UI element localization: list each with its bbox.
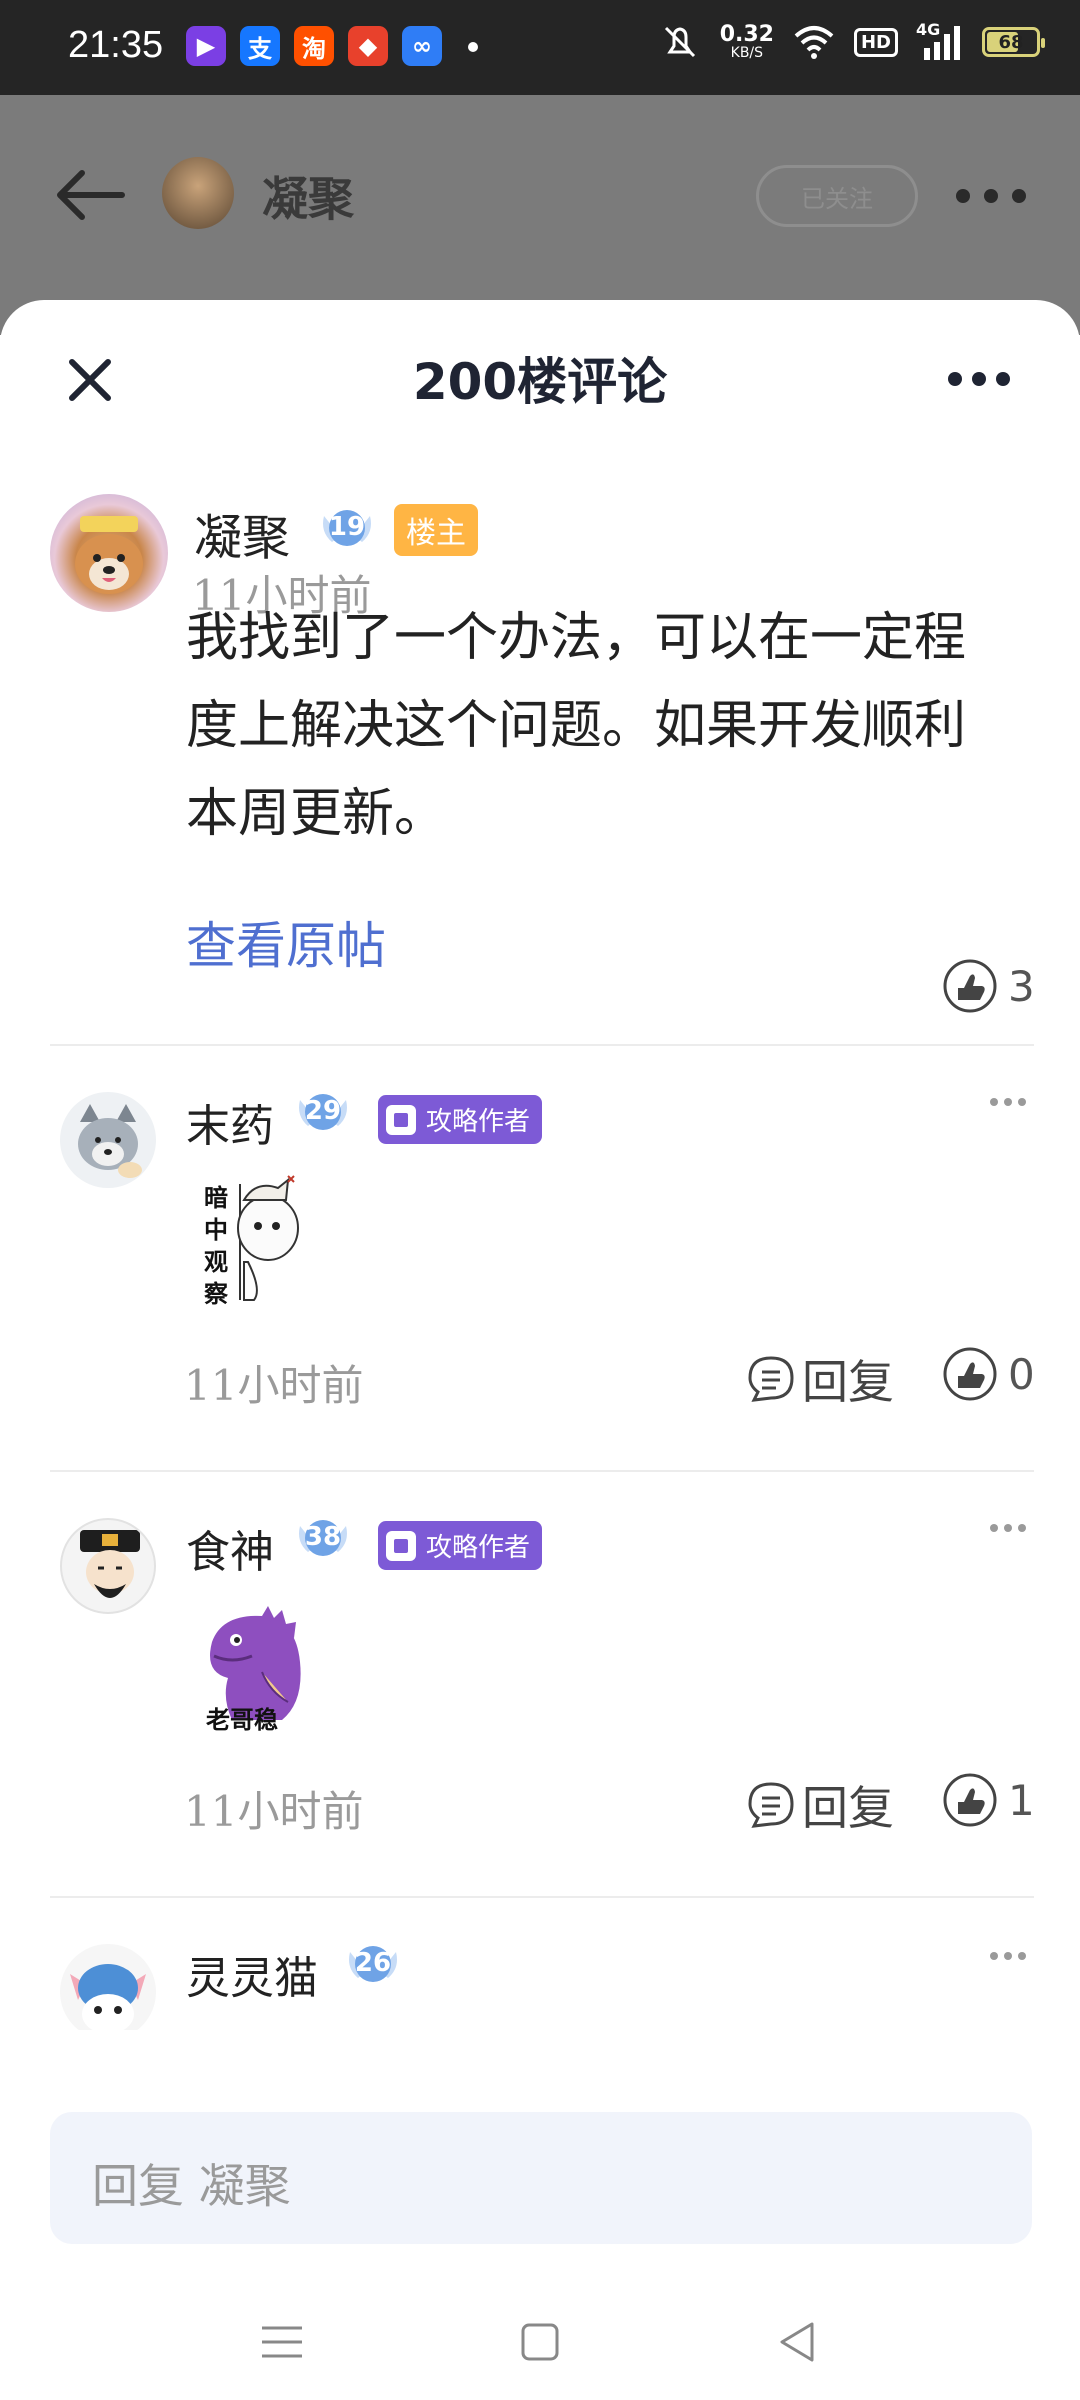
comment-icon [748, 1782, 794, 1828]
reply-like-button[interactable]: 0 [942, 1346, 1035, 1402]
level-number: 19 [328, 512, 366, 542]
level-badge: 38 [294, 1512, 352, 1560]
guide-author-label: 攻略作者 [426, 1107, 531, 1137]
thumbs-up-icon [943, 1773, 997, 1827]
reply-placeholder: 回复 凝聚 [92, 2159, 291, 2213]
sticker-caption: 老哥稳 [206, 1706, 278, 1734]
guide-author-badge: 攻略作者 [378, 1521, 543, 1570]
hd-badge: HD [853, 27, 898, 57]
sticker-image: 老哥稳 [192, 1602, 312, 1734]
view-original-post-link[interactable]: 查看原帖 [186, 906, 386, 978]
wolf-avatar-icon [78, 1104, 142, 1178]
level-number: 26 [354, 1948, 392, 1978]
reply-author-name[interactable]: 末药 [186, 1090, 274, 1154]
level-number: 29 [304, 1096, 342, 1126]
follow-button[interactable]: 已关注 [756, 165, 918, 227]
chef-god-avatar-icon [80, 1530, 140, 1598]
notification-dot [468, 42, 478, 52]
like-count: 0 [1008, 1349, 1035, 1399]
divider [50, 1044, 1034, 1046]
battery-indicator: 68 [982, 27, 1045, 57]
post-content: 我找到了一个办法，可以在一定程度上解决这个问题。如果开发顺利本周更新。 [186, 608, 967, 844]
divider [50, 1896, 1034, 1898]
background-header: 凝聚 已关注 [0, 95, 1080, 335]
post-like-button[interactable]: 3 [942, 958, 1035, 1014]
status-app-icons: ▶ 支 淘 ◆ ∞ [186, 26, 442, 66]
like-count: 3 [1008, 961, 1035, 1011]
level-badge: 26 [344, 1938, 402, 1986]
net-speed: 0.32 KB/S [719, 22, 774, 61]
home-icon[interactable] [510, 2312, 570, 2372]
mute-icon [664, 26, 695, 58]
level-number: 38 [304, 1522, 342, 1552]
avatar[interactable] [60, 1944, 156, 2040]
guide-badge-icon [386, 1104, 416, 1135]
cat-avatar-icon [70, 1964, 146, 2034]
level-badge: 29 [294, 1086, 352, 1134]
app-icon-red: ◆ [348, 26, 388, 66]
status-bar: 21:35 ▶ 支 淘 ◆ ∞ 0.32 KB/S HD 4G 68 [0, 0, 1080, 95]
reply-time: 11小时前 [184, 1787, 364, 1836]
level-badge: 19 [318, 502, 376, 550]
signal-bars-icon [924, 26, 960, 60]
sticker-caption: 暗中观察 [204, 1184, 228, 1308]
reply-time: 11小时前 [184, 1361, 364, 1410]
comment-sheet: 200楼评论 凝聚 19 楼主 11小时前 我找到了一个办法，可以在一定程度上解… [0, 300, 1080, 2400]
reply-more-icon[interactable] [990, 1952, 1026, 1960]
reply-like-button[interactable]: 1 [942, 1772, 1035, 1828]
header-more-icon[interactable] [956, 189, 1026, 203]
thumbs-up-icon [943, 1347, 997, 1401]
reply-input[interactable]: 回复 凝聚 [50, 2112, 1032, 2244]
cell-signal: 4G [916, 20, 964, 62]
comment-icon [748, 1356, 794, 1402]
video-app-icon: ▶ [186, 26, 226, 66]
reply-author-name[interactable]: 食神 [186, 1516, 274, 1580]
net-speed-unit: KB/S [730, 45, 764, 61]
shiba-avatar-icon [75, 516, 143, 594]
guide-author-label: 攻略作者 [426, 1533, 531, 1563]
reply-author-name[interactable]: 灵灵猫 [186, 1942, 318, 2006]
reply-label: 回复 [802, 1355, 894, 1409]
reply-button[interactable]: 回复 [746, 1772, 894, 1838]
avatar[interactable] [60, 1518, 156, 1614]
menu-icon[interactable] [252, 2312, 312, 2372]
divider [50, 1470, 1034, 1472]
system-nav-bar [0, 2290, 1080, 2400]
reply-button[interactable]: 回复 [746, 1346, 894, 1412]
avatar[interactable] [60, 1092, 156, 1188]
back-arrow-icon[interactable] [50, 165, 130, 225]
status-time: 21:35 [68, 24, 164, 66]
sticker-image: 暗中观察 [196, 1170, 308, 1308]
battery-level: 68 [998, 31, 1024, 53]
thumbs-up-icon [943, 959, 997, 1013]
net-speed-value: 0.32 [719, 22, 774, 47]
header-user-name[interactable]: 凝聚 [262, 163, 354, 229]
reply-label: 回复 [802, 1781, 894, 1835]
op-badge: 楼主 [394, 504, 478, 556]
reply-more-icon[interactable] [990, 1098, 1026, 1106]
list-fade [0, 2030, 1080, 2110]
sheet-more-icon[interactable] [948, 372, 1010, 386]
like-count: 1 [1008, 1775, 1035, 1825]
header-avatar[interactable] [162, 157, 234, 229]
reply-more-icon[interactable] [990, 1524, 1026, 1532]
wifi-icon [794, 26, 834, 59]
avatar[interactable] [50, 494, 168, 612]
taobao-icon: 淘 [294, 26, 334, 66]
sheet-title: 200楼评论 [412, 353, 668, 411]
guide-author-badge: 攻略作者 [378, 1095, 543, 1144]
back-icon[interactable] [768, 2312, 828, 2372]
infinity-app-icon: ∞ [402, 26, 442, 66]
post-author-name[interactable]: 凝聚 [194, 498, 290, 568]
guide-badge-icon [386, 1530, 416, 1561]
status-indicators: 0.32 KB/S HD 4G 68 [658, 20, 1045, 62]
alipay-icon: 支 [240, 26, 280, 66]
